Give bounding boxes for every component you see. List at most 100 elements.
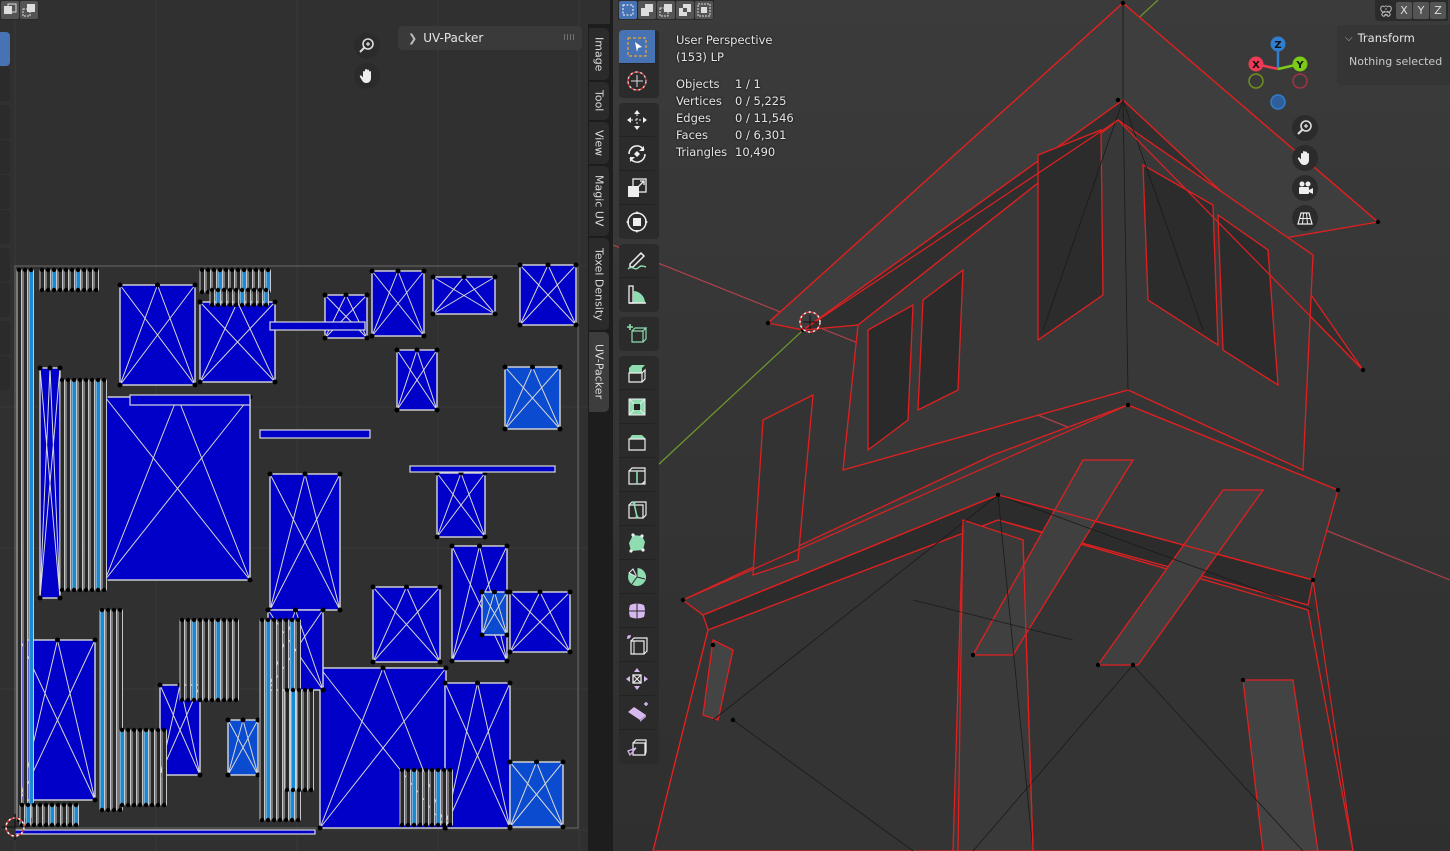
tool-transform[interactable] (619, 205, 655, 239)
tool-poly-build[interactable] (619, 526, 655, 560)
uv-pan-button[interactable] (354, 63, 380, 89)
tool-scale[interactable] (619, 171, 655, 205)
uv-island (394, 347, 440, 413)
tool-extrude-region[interactable] (619, 356, 655, 390)
select-subtract-button[interactable] (657, 1, 675, 19)
uv-tool-rip[interactable] (0, 283, 10, 317)
select-subtract-icon (659, 4, 672, 17)
mirror-z-toggle[interactable]: Z (1430, 2, 1446, 19)
gizmo-axis-y[interactable]: Y (1292, 56, 1308, 72)
tool-move[interactable] (619, 103, 655, 137)
uv-tool-cursor[interactable] (0, 67, 10, 101)
tab-view[interactable]: View (589, 122, 609, 164)
camera-view-button[interactable] (1292, 175, 1318, 201)
rotate-icon (628, 144, 646, 163)
tool-knife[interactable] (619, 492, 655, 526)
tool-select-box[interactable] (619, 30, 655, 64)
tool-shelf (619, 30, 659, 769)
scale-icon (628, 177, 647, 197)
mesh-vertex (1360, 367, 1366, 373)
bevel-icon (628, 434, 646, 451)
stat-value: 1 / 1 (735, 77, 761, 91)
uv-tool-rotate[interactable] (0, 140, 10, 174)
tab-image[interactable]: Image (589, 28, 609, 80)
gizmo-neg-y[interactable] (1248, 73, 1264, 89)
cursor-icon (627, 71, 647, 91)
select-intersect-button[interactable] (695, 1, 713, 19)
uv-toolbar (0, 32, 10, 391)
mesh-vertex (1115, 97, 1121, 103)
uv-island (322, 292, 370, 341)
tool-measure[interactable] (619, 278, 655, 312)
pan-hand-icon (359, 69, 371, 83)
loop-cut-icon (628, 466, 646, 485)
tool-spin[interactable] (619, 560, 655, 594)
select-difference-button[interactable] (676, 1, 694, 19)
tool-annotate[interactable] (619, 244, 655, 278)
uv-island (370, 584, 443, 665)
tab-tool[interactable]: Tool (589, 82, 609, 120)
tool-shear[interactable] (619, 696, 655, 730)
select-extend-button[interactable] (638, 1, 656, 19)
gizmo-neg-x[interactable] (1292, 73, 1308, 89)
uv-sync-mode-button[interactable] (1, 1, 19, 19)
tool-add-cube[interactable] (619, 317, 655, 351)
uv-tool-select[interactable] (0, 32, 10, 66)
uv-zoom-button[interactable] (354, 33, 380, 59)
gizmo-neg-z[interactable] (1270, 94, 1286, 110)
uv-tool-move[interactable] (0, 105, 10, 139)
tab-magic-uv[interactable]: Magic UV (589, 166, 609, 236)
uv-tool-annotate[interactable] (0, 248, 10, 282)
uv-island (479, 589, 510, 638)
tool-rip-region[interactable] (619, 730, 655, 764)
tool-rotate[interactable] (619, 137, 655, 171)
transform-icon (626, 211, 648, 233)
mesh-vertex (1125, 402, 1131, 408)
shrink-fatten-icon (626, 667, 648, 690)
uv-canvas[interactable] (0, 0, 588, 851)
zoom-icon (1297, 120, 1312, 135)
uv-packer-panel-header[interactable]: ❯ UV-Packer (398, 26, 582, 50)
uv-tool-grab[interactable] (0, 321, 10, 355)
mesh-vertex (1095, 662, 1101, 668)
spin-icon (628, 567, 647, 586)
mesh-vertex (1120, 0, 1126, 6)
gizmo-axis-x[interactable]: X (1248, 56, 1264, 72)
stat-label: Objects (676, 77, 720, 91)
select-new-button[interactable] (619, 1, 637, 19)
mesh-vertex (765, 320, 771, 326)
tool-bevel[interactable] (619, 424, 655, 458)
select-box-icon (627, 36, 647, 57)
mirror-y-toggle[interactable]: Y (1413, 2, 1429, 19)
stat-label: Vertices (676, 94, 722, 108)
transform-panel-header[interactable]: ⌵ Transform (1337, 25, 1450, 51)
stat-label: Faces (676, 128, 708, 142)
viewport-zoom-button[interactable] (1292, 115, 1318, 141)
tool-cursor[interactable] (619, 64, 655, 98)
tool-shrink-fatten[interactable] (619, 662, 655, 696)
uv-strip-group (59, 377, 107, 593)
uv-tool-relax[interactable] (0, 356, 10, 390)
uv-strip-group (39, 267, 99, 293)
uv-tool-scale[interactable] (0, 175, 10, 209)
ortho-toggle-button[interactable] (1292, 205, 1318, 231)
zoom-icon (359, 38, 374, 53)
tool-inset-faces[interactable] (619, 390, 655, 424)
camera-view-icon (1299, 181, 1313, 194)
drag-grip-icon[interactable] (564, 34, 574, 40)
uv-sync-mode-icon (4, 3, 17, 14)
navigation-gizmo[interactable]: Z X Y (1243, 34, 1313, 114)
mirror-x-toggle[interactable]: X (1396, 2, 1412, 19)
poly-build-icon (629, 532, 645, 553)
uv-select-island-button[interactable] (20, 1, 38, 19)
tool-loop-cut[interactable] (619, 458, 655, 492)
gizmo-axis-z[interactable]: Z (1270, 36, 1286, 52)
tab-texel-density[interactable]: Texel Density (589, 238, 609, 330)
uv-tool-transform[interactable] (0, 210, 10, 244)
scene-statistics: Objects 1 / 1 Vertices 0 / 5,225 Edges 0 / … (676, 76, 794, 161)
tool-smooth[interactable] (619, 594, 655, 628)
tool-edge-slide[interactable] (619, 628, 655, 662)
uv-island (434, 470, 488, 540)
tab-uv-packer[interactable]: UV-Packer (589, 332, 609, 412)
viewport-pan-button[interactable] (1292, 145, 1318, 171)
